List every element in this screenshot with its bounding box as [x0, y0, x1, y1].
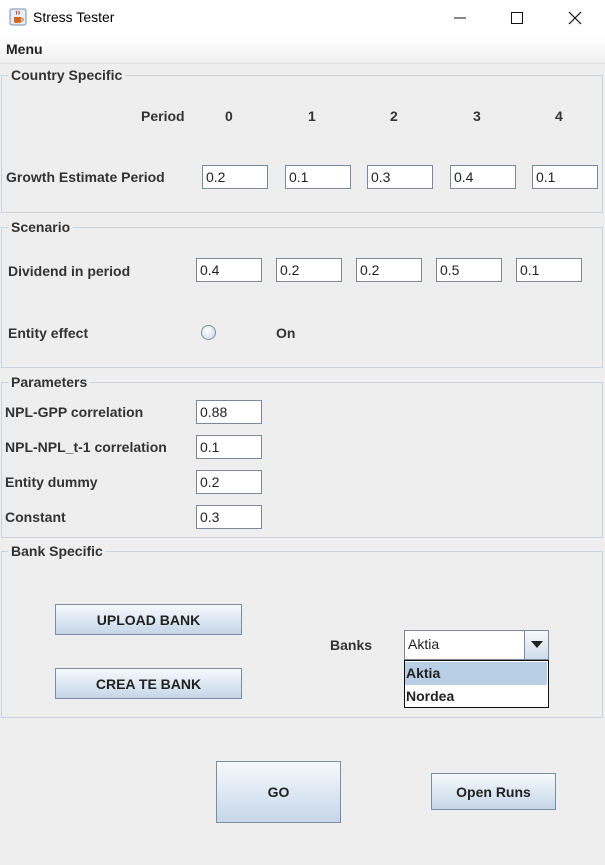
growth-field-2[interactable]: 0.3 [367, 165, 433, 189]
param-label-entity-dummy: Entity dummy [5, 474, 98, 490]
java-cup-icon [9, 8, 27, 26]
maximize-icon [511, 12, 523, 24]
window-title: Stress Tester [33, 9, 115, 25]
banks-dropdown-list: Aktia Nordea [404, 660, 549, 708]
dividend-field-4[interactable]: 0.1 [516, 258, 582, 282]
minimize-icon [454, 17, 466, 19]
chevron-down-icon [530, 641, 543, 648]
go-button[interactable]: GO [216, 761, 341, 823]
upload-bank-button[interactable]: UPLOAD BANK [55, 604, 242, 635]
dividend-field-2[interactable]: 0.2 [356, 258, 422, 282]
parameters-title: Parameters [8, 374, 91, 390]
growth-field-3[interactable]: 0.4 [450, 165, 516, 189]
param-field-npl-npl[interactable]: 0.1 [196, 435, 262, 459]
growth-field-4[interactable]: 0.1 [532, 165, 598, 189]
close-icon [568, 11, 582, 25]
banks-label: Banks [330, 637, 373, 653]
param-field-npl-gpp[interactable]: 0.88 [196, 400, 262, 424]
menu-bar: Menu [0, 36, 605, 64]
growth-estimate-label: Growth Estimate Period [6, 169, 165, 185]
dividend-field-1[interactable]: 0.2 [276, 258, 342, 282]
period-header-4: 4 [555, 108, 563, 124]
param-label-npl-npl: NPL-NPL_t-1 correlation [5, 439, 167, 455]
entity-effect-radio[interactable] [201, 325, 216, 340]
open-runs-button[interactable]: Open Runs [431, 773, 556, 810]
scenario-title: Scenario [8, 219, 74, 235]
dividend-field-3[interactable]: 0.5 [436, 258, 502, 282]
dropdown-arrow-button[interactable] [524, 631, 548, 659]
dividend-field-0[interactable]: 0.4 [196, 258, 262, 282]
bank-specific-title: Bank Specific [8, 543, 106, 559]
param-field-constant[interactable]: 0.3 [196, 505, 262, 529]
bank-option-nordea[interactable]: Nordea [405, 685, 547, 708]
entity-effect-label: Entity effect [8, 325, 89, 341]
banks-combobox[interactable]: Aktia [404, 630, 549, 660]
country-specific-title: Country Specific [8, 67, 126, 83]
period-header-3: 3 [473, 108, 481, 124]
period-label: Period [141, 108, 185, 124]
period-header-0: 0 [225, 108, 233, 124]
bank-option-aktia[interactable]: Aktia [405, 662, 547, 685]
create-bank-button[interactable]: CREA TE BANK [55, 668, 242, 699]
growth-field-1[interactable]: 0.1 [285, 165, 351, 189]
param-label-npl-gpp: NPL-GPP correlation [5, 404, 144, 420]
entity-effect-on-label: On [276, 325, 296, 341]
banks-selected-value: Aktia [408, 636, 440, 652]
dividend-label: Dividend in period [8, 263, 131, 279]
minimize-button[interactable] [437, 0, 483, 36]
country-specific-panel: Country Specific [1, 67, 603, 213]
title-bar: Stress Tester [0, 0, 605, 36]
param-field-entity-dummy[interactable]: 0.2 [196, 470, 262, 494]
scenario-panel: Scenario [1, 219, 603, 368]
param-label-constant: Constant [5, 509, 66, 525]
close-button[interactable] [552, 0, 598, 36]
period-header-2: 2 [390, 108, 398, 124]
maximize-button[interactable] [494, 0, 540, 36]
menu-item-menu[interactable]: Menu [6, 41, 43, 57]
period-header-1: 1 [308, 108, 316, 124]
growth-field-0[interactable]: 0.2 [202, 165, 268, 189]
